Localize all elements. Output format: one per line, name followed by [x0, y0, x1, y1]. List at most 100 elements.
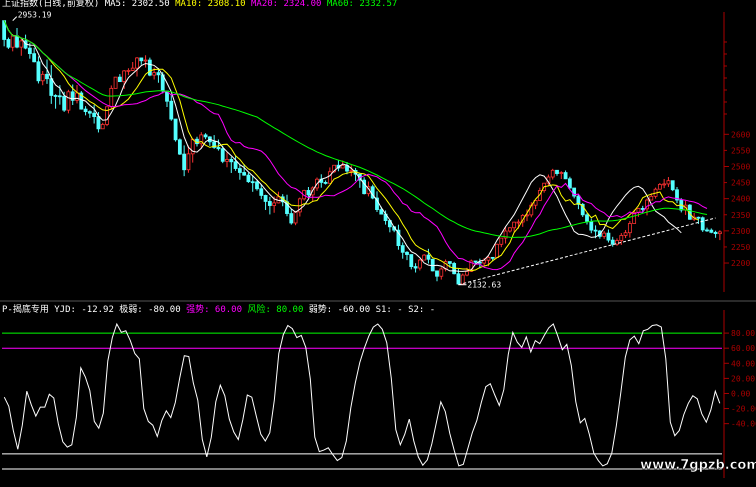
- candle-body: [216, 147, 221, 150]
- indicator-series: [3, 322, 721, 467]
- candle-body: [169, 100, 174, 120]
- price-axis: 2600 2500 2400 2300 2200 2550 2450 2350 2250: [723, 12, 750, 292]
- candle-body: [105, 106, 109, 125]
- candle-body: [512, 221, 517, 229]
- candle-body: [272, 202, 277, 206]
- candle-body: [589, 221, 594, 231]
- candle-body: [610, 239, 615, 245]
- ma-line-ma10: [3, 20, 699, 272]
- candle-body: [36, 61, 41, 82]
- candle-body: [435, 270, 439, 277]
- candle-body: [413, 266, 418, 269]
- candle-body: [57, 95, 62, 98]
- price-tick-label: 2500: [731, 162, 750, 171]
- price-tick-label: 2600: [731, 130, 750, 139]
- candle-body: [152, 72, 157, 76]
- candle-body: [550, 169, 555, 178]
- candle-body: [567, 178, 572, 189]
- price-tick-label: 2550: [731, 146, 750, 155]
- candle-body: [465, 270, 469, 276]
- candle-body: [83, 108, 88, 113]
- candle-body: [602, 232, 607, 237]
- header-name: P-揭底专用: [2, 303, 54, 315]
- candle-body: [349, 169, 354, 172]
- price-tick-label: 2400: [731, 195, 750, 204]
- candle-body: [100, 124, 105, 130]
- candle-body: [340, 165, 345, 169]
- candle-body: [490, 256, 495, 259]
- candle-body: [10, 35, 15, 48]
- candle-body: [19, 40, 24, 48]
- candle-body: [486, 256, 491, 261]
- price-tick-label: 2450: [731, 179, 750, 188]
- candle-body: [696, 216, 701, 219]
- candle-body: [700, 217, 705, 231]
- candle-body: [96, 116, 101, 130]
- indicator-tick-label: -40.00: [731, 420, 756, 429]
- indicator-tick-label: 60.00: [731, 344, 755, 353]
- indicator-axis: 80.00 60.00 40.00 20.00 0.00 -20.00 -40.00: [723, 310, 756, 478]
- candle-body: [242, 172, 247, 176]
- candle-body: [62, 95, 67, 111]
- candle-body: [147, 59, 152, 76]
- candles: [2, 20, 722, 285]
- header-item: MA60: 2332.57: [327, 0, 397, 9]
- candle-body: [426, 254, 431, 260]
- high-marker-arrow: [12, 16, 18, 21]
- candle-body: [122, 70, 127, 83]
- candle-body: [255, 181, 259, 190]
- candle-body: [117, 76, 122, 83]
- candle-body: [439, 268, 444, 277]
- price-panel: 上证指数(日线,前复权) MA5: 2302.50 MA10: 2308.10 …: [2, 0, 750, 292]
- candle-body: [306, 190, 311, 196]
- candle-body: [289, 213, 294, 224]
- header-item: MA10: 2308.10: [175, 0, 251, 9]
- indicator-reference-lines: [0, 300, 756, 470]
- price-header: 上证指数(日线,前复权) MA5: 2302.50 MA10: 2308.10 …: [2, 0, 397, 9]
- price-tick-label: 2200: [731, 259, 750, 268]
- ma-line-ma5: [3, 20, 682, 272]
- candle-body: [516, 221, 521, 224]
- candle-body: [400, 245, 405, 253]
- indicator-tick-label: 40.00: [731, 359, 755, 368]
- candle-body: [666, 180, 671, 185]
- header-item: MA20: 2324.00: [251, 0, 327, 9]
- candle-body: [87, 111, 92, 114]
- candle-body: [627, 223, 632, 234]
- candle-body: [623, 232, 628, 236]
- candle-body: [139, 57, 144, 62]
- price-tick-label: 2250: [731, 243, 750, 252]
- candle-body: [713, 231, 718, 235]
- candle-body: [92, 112, 97, 118]
- candle-body: [220, 148, 225, 162]
- candle-body: [267, 201, 272, 206]
- header-item: 强势: 60.00: [186, 303, 247, 315]
- header-item: 弱势: -60.00: [309, 303, 376, 315]
- low-marker-label: 2132.63: [467, 281, 501, 290]
- watermark: www.7gpzb.com: [640, 458, 756, 473]
- candle-body: [606, 232, 611, 241]
- candle-body: [717, 231, 722, 235]
- header-item: 风险: 80.00: [247, 303, 308, 315]
- indicator-tick-label: 20.00: [731, 374, 755, 383]
- header-item: MA5: 2302.50: [105, 0, 175, 9]
- candle-body: [259, 188, 264, 196]
- candle-body: [657, 184, 662, 190]
- candle-body: [585, 214, 589, 222]
- candle-body: [182, 153, 187, 171]
- indicator-panel: P-揭底专用 YJD: -12.92 极弱: -80.00 强势: 60.00 …: [0, 300, 756, 478]
- candle-body: [447, 261, 452, 264]
- header-item: S1: -: [376, 305, 409, 315]
- candle-body: [417, 259, 422, 269]
- candle-body: [263, 195, 268, 202]
- candle-body: [473, 260, 478, 263]
- candle-body: [250, 181, 255, 184]
- candle-body: [177, 139, 182, 155]
- candle-body: [49, 78, 54, 96]
- indicator-header: P-揭底专用 YJD: -12.92 极弱: -80.00 强势: 60.00 …: [2, 303, 435, 315]
- indicator-tick-label: 80.00: [731, 329, 755, 338]
- candle-body: [709, 229, 714, 233]
- indicator-tick-label: 0.00: [731, 389, 750, 398]
- series-line-yjd: [3, 322, 721, 467]
- candle-body: [456, 273, 461, 285]
